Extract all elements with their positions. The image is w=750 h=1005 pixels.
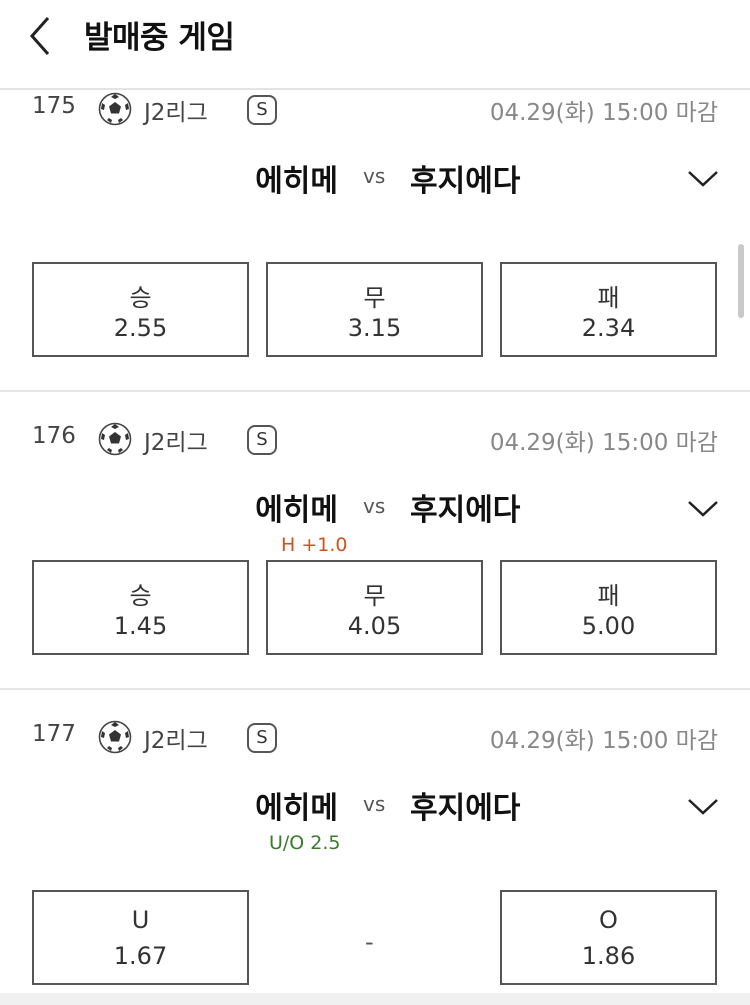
back-button[interactable] xyxy=(22,14,62,58)
odds-draw-button[interactable]: 무 3.15 xyxy=(266,262,483,357)
away-team: 후지에다 xyxy=(410,791,521,826)
type-badge: S xyxy=(247,95,277,125)
odds-draw-button[interactable]: 무 4.05 xyxy=(266,560,483,655)
away-team: 후지에다 xyxy=(410,493,521,528)
odds-value: 1.45 xyxy=(113,612,168,640)
deadline-text: 04.29(화) 15:00 마감 xyxy=(489,100,718,126)
odds-value: 1.86 xyxy=(581,942,636,970)
odds-empty-placeholder: - xyxy=(365,928,374,956)
page-title: 발매중 게임 xyxy=(84,20,235,56)
divider xyxy=(0,390,750,392)
odds-value: 2.34 xyxy=(581,314,636,342)
game-number: 175 xyxy=(32,93,76,119)
odds-value: 5.00 xyxy=(581,612,636,640)
vs-label: vs xyxy=(363,164,386,188)
type-badge: S xyxy=(247,425,277,455)
odds-value: 1.67 xyxy=(113,942,168,970)
chevron-down-icon[interactable] xyxy=(687,496,719,520)
scrollbar[interactable] xyxy=(738,244,744,318)
vs-label: vs xyxy=(363,792,386,816)
odds-under-button[interactable]: U 1.67 xyxy=(32,890,249,985)
odds-label: O xyxy=(599,906,618,934)
odds-label: 승 xyxy=(129,284,152,312)
chevron-down-icon[interactable] xyxy=(687,166,719,190)
home-team: 에히메 xyxy=(255,164,338,199)
league-name: J2리그 xyxy=(144,100,208,126)
home-team: 에히메 xyxy=(255,493,338,528)
odds-label: 승 xyxy=(129,582,152,610)
soccer-ball-icon xyxy=(98,92,132,126)
game-number: 176 xyxy=(32,423,76,449)
away-team: 후지에다 xyxy=(410,164,521,199)
handicap-label: U/O 2.5 xyxy=(269,832,341,854)
odds-value: 3.15 xyxy=(347,314,402,342)
top-bar: 발매중 게임 xyxy=(0,0,750,90)
odds-value: 2.55 xyxy=(113,314,168,342)
home-team: 에히메 xyxy=(255,791,338,826)
deadline-text: 04.29(화) 15:00 마감 xyxy=(489,728,718,754)
odds-value: 4.05 xyxy=(347,612,402,640)
divider xyxy=(0,688,750,690)
odds-label: 무 xyxy=(363,284,386,312)
soccer-ball-icon xyxy=(98,720,132,754)
odds-label: 패 xyxy=(597,284,620,312)
odds-win-button[interactable]: 승 1.45 xyxy=(32,560,249,655)
bottom-edge xyxy=(0,993,750,1005)
chevron-down-icon[interactable] xyxy=(687,794,719,818)
game-number: 177 xyxy=(32,721,76,747)
odds-over-button[interactable]: O 1.86 xyxy=(500,890,717,985)
odds-label: 패 xyxy=(597,582,620,610)
handicap-label: H +1.0 xyxy=(281,534,348,556)
deadline-text: 04.29(화) 15:00 마감 xyxy=(489,430,718,456)
chevron-left-icon xyxy=(29,17,50,55)
odds-win-button[interactable]: 승 2.55 xyxy=(32,262,249,357)
league-name: J2리그 xyxy=(144,430,208,456)
vs-label: vs xyxy=(363,494,386,518)
odds-lose-button[interactable]: 패 5.00 xyxy=(500,560,717,655)
odds-label: U xyxy=(131,906,150,934)
odds-label: 무 xyxy=(363,582,386,610)
league-name: J2리그 xyxy=(144,728,208,754)
odds-lose-button[interactable]: 패 2.34 xyxy=(500,262,717,357)
soccer-ball-icon xyxy=(98,422,132,456)
type-badge: S xyxy=(247,723,277,753)
